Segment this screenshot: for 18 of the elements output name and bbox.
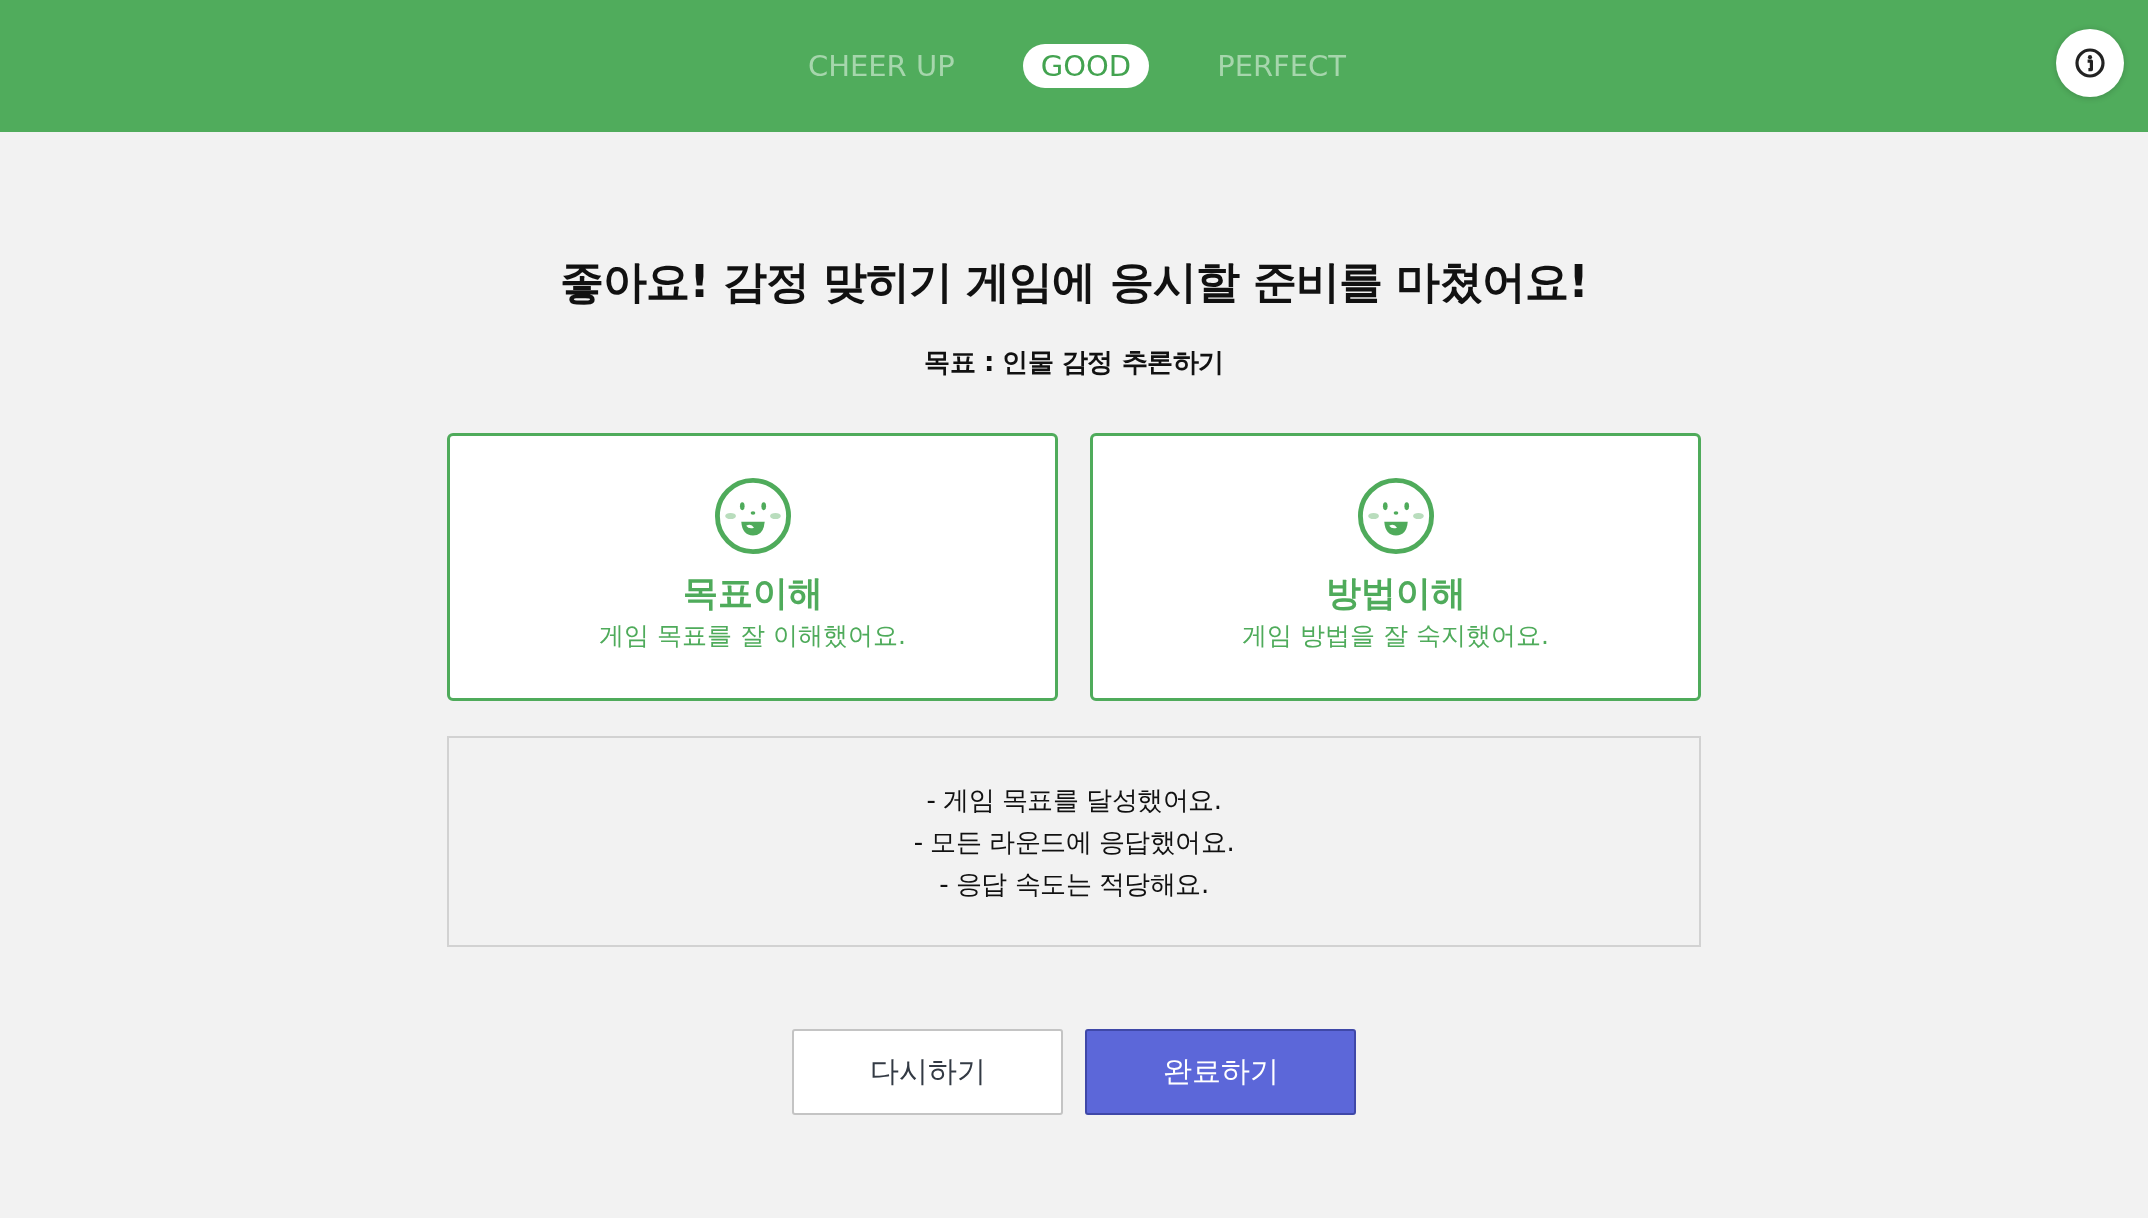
info-icon [2074, 47, 2106, 79]
smiley-face-icon [713, 477, 792, 555]
feedback-text: - 모든 라운드에 응답했어요. [913, 825, 1235, 859]
card-description: 게임 방법을 잘 숙지했어요. [1242, 620, 1549, 652]
level-tab[interactable]: GOOD [1022, 44, 1150, 88]
level-tab[interactable]: CHEER UP [789, 44, 973, 88]
complete-button[interactable]: 완료하기 [1085, 1029, 1356, 1115]
goal-text: 목표 : 인물 감정 추론하기 [924, 346, 1224, 379]
feedback-text: - 응답 속도는 적당해요. [939, 867, 1209, 901]
smiley-face-icon [1356, 477, 1435, 555]
card-title: 방법이해 [1325, 572, 1466, 615]
feedback-text: - 게임 목표를 달성했어요. [926, 783, 1222, 817]
level-tab[interactable]: PERFECT [1199, 44, 1365, 88]
heading: 좋아요! 감정 맞히기 게임에 응시할 준비를 마쳤어요! [560, 255, 1588, 309]
card-title: 목표이해 [682, 572, 823, 615]
info-button[interactable] [2056, 29, 2124, 97]
retry-button[interactable]: 다시하기 [792, 1029, 1063, 1115]
card-description: 게임 목표를 잘 이해했어요. [599, 620, 906, 652]
